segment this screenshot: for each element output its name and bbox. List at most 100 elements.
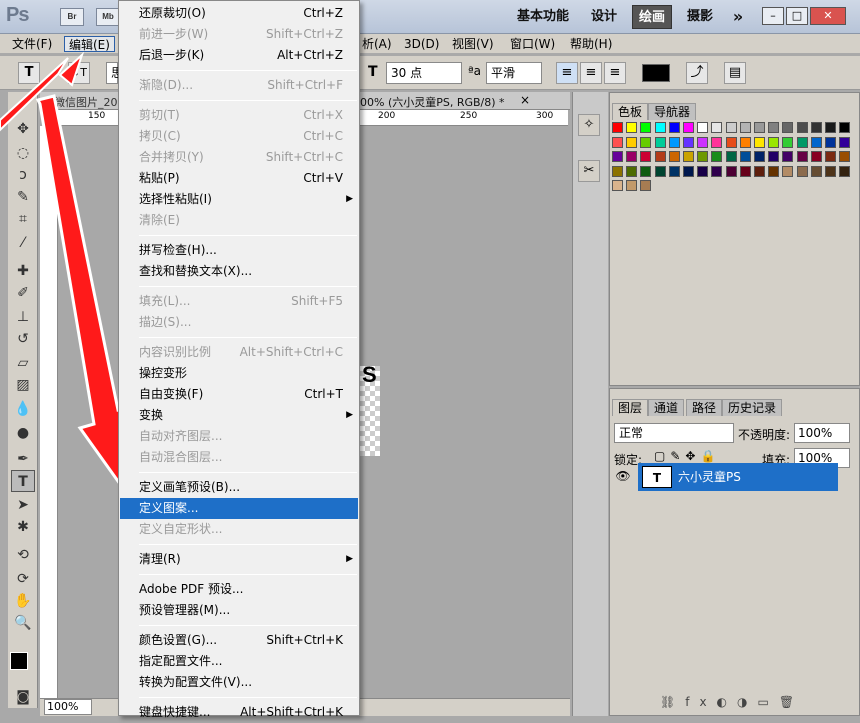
- tab-swatches[interactable]: 色板: [612, 103, 649, 120]
- history-brush-icon[interactable]: ↺: [11, 328, 35, 350]
- menu-item-16[interactable]: 填充(L)... Shift+F5: [120, 291, 358, 312]
- menu-item-1[interactable]: 前进一步(W) Shift+Ctrl+Z: [120, 24, 358, 45]
- swatch-60[interactable]: [739, 165, 751, 177]
- maximize-button[interactable]: □: [786, 7, 808, 25]
- blend-mode-select[interactable]: 正常: [614, 423, 734, 443]
- menu-item-23[interactable]: 自动对齐图层...: [120, 426, 358, 447]
- menu-item-27[interactable]: 定义图案...: [120, 498, 358, 519]
- swatch-15[interactable]: [825, 122, 836, 133]
- doc-close-icon[interactable]: ×: [520, 93, 530, 107]
- gradient-icon[interactable]: ▨: [11, 374, 35, 396]
- menu-view[interactable]: 视图(V): [448, 36, 498, 52]
- swatch-59[interactable]: [725, 165, 737, 177]
- workspace-design[interactable]: 设计: [586, 5, 622, 29]
- tool-presets-icon[interactable]: ✂: [578, 160, 600, 182]
- tab-history[interactable]: 历史记录: [722, 399, 783, 416]
- menu-edit[interactable]: 编辑(E): [64, 36, 115, 52]
- swatch-29[interactable]: [782, 136, 794, 148]
- bridge-button[interactable]: Br: [60, 8, 84, 26]
- swatch-69[interactable]: [626, 180, 638, 191]
- zoom-level[interactable]: 100%: [44, 699, 92, 715]
- workspace-painting[interactable]: 绘画: [632, 5, 672, 29]
- font-family-field[interactable]: 思: [106, 62, 123, 84]
- swatch-37[interactable]: [654, 151, 666, 162]
- menu-item-9[interactable]: 粘贴(P) Ctrl+V: [120, 168, 358, 189]
- menu-item-35[interactable]: 颜色设置(G)... Shift+Ctrl+K: [120, 630, 358, 651]
- swatch-40[interactable]: [697, 151, 709, 162]
- swatch-49[interactable]: [825, 151, 836, 162]
- swatch-67[interactable]: [839, 165, 851, 177]
- menu-item-0[interactable]: 还原裁切(O) Ctrl+Z: [120, 3, 358, 24]
- swatch-9[interactable]: [739, 122, 751, 133]
- minimize-button[interactable]: –: [762, 7, 784, 25]
- foreground-color[interactable]: [10, 652, 28, 670]
- tab-navigator[interactable]: 导航器: [648, 103, 697, 120]
- swatch-42[interactable]: [725, 151, 737, 162]
- swatch-66[interactable]: [825, 165, 836, 177]
- crop-tool-icon[interactable]: ⌗: [11, 208, 35, 230]
- swatch-32[interactable]: [825, 136, 836, 148]
- align-center-icon[interactable]: ≡: [580, 62, 602, 84]
- menu-item-20[interactable]: 操控变形: [120, 363, 358, 384]
- swatch-65[interactable]: [810, 165, 822, 177]
- swatch-30[interactable]: [796, 136, 808, 148]
- menu-item-39[interactable]: 键盘快捷键... Alt+Shift+Ctrl+K: [120, 702, 358, 723]
- menu-3d[interactable]: 3D(D): [400, 36, 443, 52]
- menu-help[interactable]: 帮助(H): [566, 36, 616, 52]
- menu-item-14[interactable]: 查找和替换文本(X)...: [120, 261, 358, 282]
- menu-item-28[interactable]: 定义自定形状...: [120, 519, 358, 540]
- swatch-1[interactable]: [626, 122, 638, 133]
- swatch-5[interactable]: [683, 122, 694, 133]
- swatch-18[interactable]: [626, 136, 638, 148]
- doc-tab-inactive[interactable]: 微信图片_20: [54, 94, 118, 110]
- menu-item-30[interactable]: 清理(R) ▶: [120, 549, 358, 570]
- swatch-34[interactable]: [612, 151, 623, 162]
- healing-brush-icon[interactable]: ✚: [11, 260, 35, 282]
- menu-item-13[interactable]: 拼写检查(H)...: [120, 240, 358, 261]
- swatch-36[interactable]: [640, 151, 652, 162]
- visibility-eye-icon[interactable]: 👁: [614, 469, 632, 487]
- menu-item-26[interactable]: 定义画笔预设(B)...: [120, 477, 358, 498]
- doc-tab-active[interactable]: 00% (六小灵童PS, RGB/8) *: [360, 94, 505, 110]
- swatch-68[interactable]: [612, 180, 623, 191]
- brush-tool-icon[interactable]: ✐: [11, 282, 35, 304]
- swatch-7[interactable]: [711, 122, 723, 133]
- swatch-52[interactable]: [626, 165, 638, 177]
- swatch-64[interactable]: [796, 165, 808, 177]
- workspace-essentials[interactable]: 基本功能: [512, 5, 574, 29]
- text-tool-preset-icon[interactable]: T: [18, 62, 40, 84]
- menu-item-32[interactable]: Adobe PDF 预设...: [120, 579, 358, 600]
- menu-item-8[interactable]: 合并拷贝(Y) Shift+Ctrl+C: [120, 147, 358, 168]
- menu-item-4[interactable]: 渐隐(D)... Shift+Ctrl+F: [120, 75, 358, 96]
- menu-item-11[interactable]: 清除(E): [120, 210, 358, 231]
- swatch-47[interactable]: [796, 151, 808, 162]
- align-right-icon[interactable]: ≡: [604, 62, 626, 84]
- menu-item-6[interactable]: 剪切(T) Ctrl+X: [120, 105, 358, 126]
- swatch-54[interactable]: [654, 165, 666, 177]
- swatch-61[interactable]: [754, 165, 765, 177]
- clone-stamp-icon[interactable]: ⊥: [11, 306, 35, 328]
- menu-analysis[interactable]: 析(A): [358, 36, 396, 52]
- quick-mask-icon[interactable]: ◙: [11, 686, 35, 708]
- swatch-3[interactable]: [654, 122, 666, 133]
- tab-channels[interactable]: 通道: [648, 399, 685, 416]
- close-button[interactable]: ✕: [810, 7, 846, 25]
- swatch-12[interactable]: [782, 122, 794, 133]
- eyedropper-icon[interactable]: ⁄: [11, 232, 35, 254]
- menu-window[interactable]: 窗口(W): [506, 36, 559, 52]
- swatch-43[interactable]: [739, 151, 751, 162]
- lock-icons[interactable]: ▢✎✥🔒: [654, 449, 720, 463]
- menu-item-21[interactable]: 自由变换(F) Ctrl+T: [120, 384, 358, 405]
- swatch-38[interactable]: [668, 151, 680, 162]
- swatch-63[interactable]: [782, 165, 794, 177]
- swatch-22[interactable]: [683, 136, 694, 148]
- swatch-8[interactable]: [725, 122, 737, 133]
- menu-item-37[interactable]: 转换为配置文件(V)...: [120, 672, 358, 693]
- tab-layers[interactable]: 图层: [612, 399, 649, 416]
- swatch-26[interactable]: [739, 136, 751, 148]
- workspace-more-icon[interactable]: »: [726, 5, 750, 29]
- menu-item-10[interactable]: 选择性粘贴(I) ▶: [120, 189, 358, 210]
- swatch-50[interactable]: [839, 151, 851, 162]
- swatch-16[interactable]: [839, 122, 851, 133]
- font-size-field[interactable]: 30 点: [386, 62, 462, 84]
